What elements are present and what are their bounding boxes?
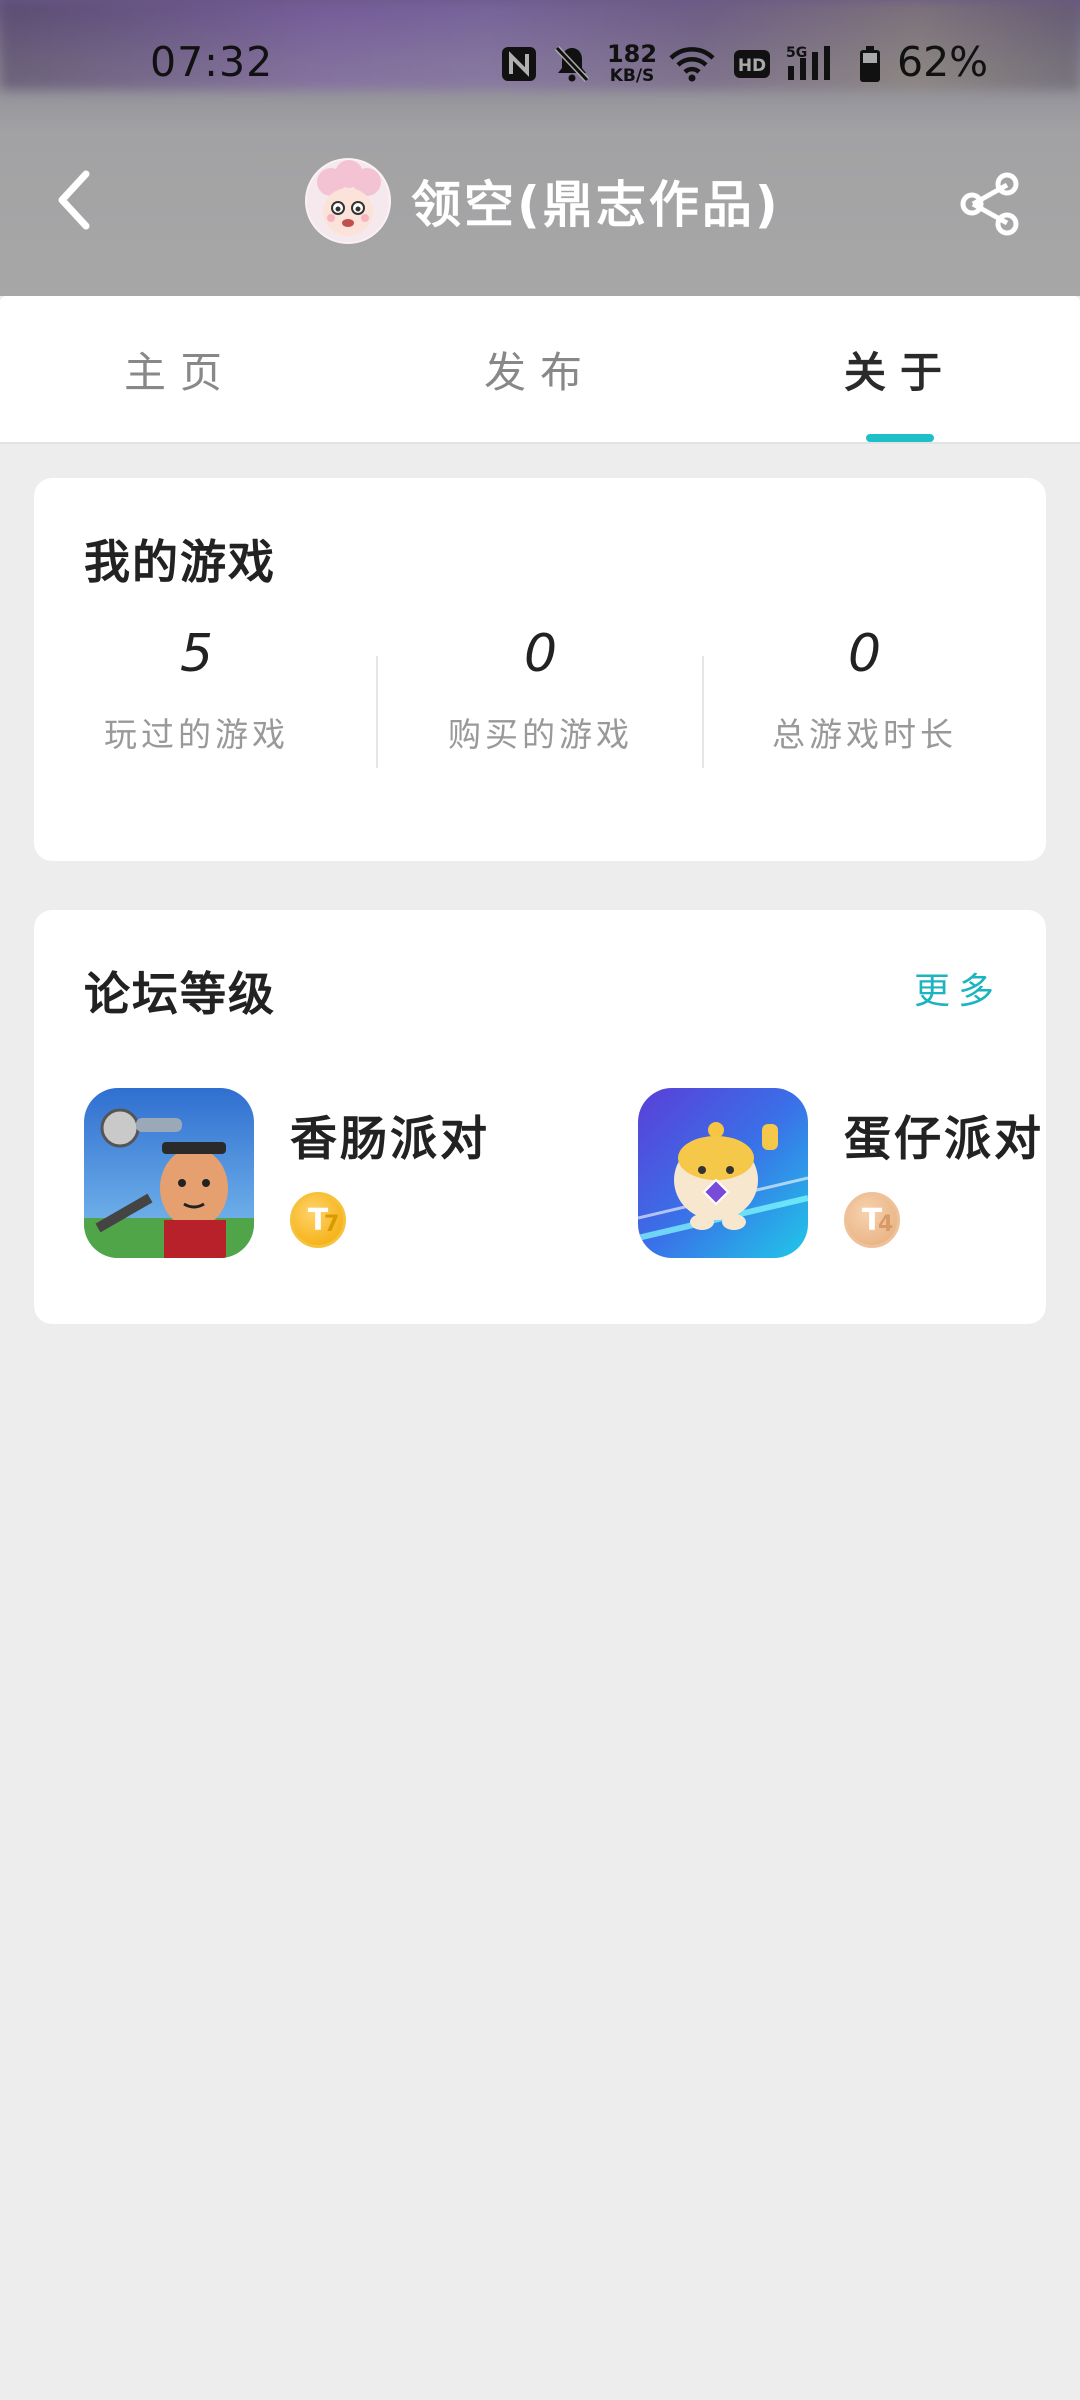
status-time: 07:32: [150, 38, 274, 86]
more-link[interactable]: 更多: [914, 962, 1002, 1014]
tab-publish[interactable]: 发布: [440, 296, 640, 442]
forum-game-item[interactable]: 蛋仔派对 T 4: [638, 1088, 1046, 1260]
tab-home[interactable]: 主页: [80, 296, 280, 442]
cellular-5g-icon: 5G: [786, 45, 830, 80]
tab-about[interactable]: 关于: [800, 296, 1000, 442]
level-number: 4: [878, 1212, 894, 1237]
level-number: 7: [324, 1212, 340, 1237]
hd-icon: HD: [734, 50, 770, 78]
nav-bar: 领空(鼎志作品): [0, 140, 1080, 264]
back-arrow-icon: [58, 170, 90, 230]
network-speed: 182 KB/S: [606, 40, 658, 86]
game-name: 蛋仔派对: [844, 1112, 1044, 1167]
page-title: 领空(鼎志作品): [411, 176, 781, 234]
forum-level-card: 论坛等级 更多 香肠派对 T 7 蛋仔派对 T 4: [34, 910, 1046, 1324]
share-button[interactable]: [950, 164, 1030, 244]
profile-header: 07:32 182 KB/S HD 5G 62% 领空(鼎志作品): [0, 0, 1080, 296]
tab-active-indicator: [866, 434, 934, 442]
wifi-icon: [669, 47, 715, 82]
game-icon-sausage-party: [84, 1088, 254, 1258]
svg-text:HD: HD: [738, 56, 766, 76]
nfc-icon: [502, 47, 536, 81]
battery-percent: 62%: [897, 38, 989, 86]
stat-value: 5: [179, 624, 214, 684]
forum-game-item[interactable]: 香肠派对 T 7: [84, 1088, 604, 1260]
stat-purchased-games[interactable]: 0 购买的游戏: [378, 628, 703, 756]
profile-title-group: 领空(鼎志作品): [305, 158, 781, 244]
stat-label: 购买的游戏: [448, 715, 633, 754]
stat-label: 总游戏时长: [772, 715, 957, 754]
battery-icon: [860, 46, 880, 82]
mute-bell-icon: [554, 45, 590, 83]
stat-value: 0: [523, 624, 558, 684]
stat-total-playtime[interactable]: 0 总游戏时长: [702, 628, 1027, 756]
tab-bar: 主页 发布 关于: [0, 296, 1080, 444]
back-button[interactable]: [44, 160, 104, 240]
stat-played-games[interactable]: 5 玩过的游戏: [34, 628, 359, 756]
share-icon: [960, 172, 1019, 236]
game-icon-eggy-party: [638, 1088, 808, 1258]
stat-label: 玩过的游戏: [104, 715, 289, 754]
avatar[interactable]: [305, 158, 391, 244]
my-games-card: 我的游戏 5 玩过的游戏 0 购买的游戏 0 总游戏时长: [34, 478, 1046, 861]
forum-game-list[interactable]: 香肠派对 T 7 蛋仔派对 T 4: [34, 1088, 1046, 1260]
avatar-sheep-image: [307, 160, 389, 242]
forum-level-title: 论坛等级: [84, 967, 276, 1021]
stat-value: 0: [847, 624, 882, 684]
my-games-title: 我的游戏: [84, 535, 276, 589]
game-name: 香肠派对: [290, 1112, 490, 1167]
status-bar: 07:32 182 KB/S HD 5G 62%: [0, 0, 1080, 140]
